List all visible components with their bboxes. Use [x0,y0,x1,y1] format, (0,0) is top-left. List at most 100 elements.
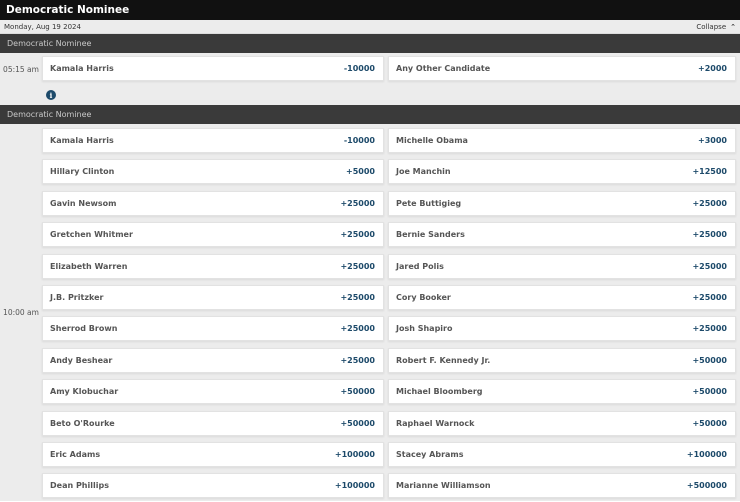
selection-button[interactable]: Hillary Clinton +5000 [42,159,384,185]
event-date: Monday, Aug 19 2024 [4,22,81,31]
selection-button[interactable]: Pete Buttigieg +25000 [388,190,736,216]
selection-cell: Dean Phillips +100000 [42,470,384,501]
selection-button[interactable]: Marianne Williamson +500000 [388,473,736,499]
selection-name: Jared Polis [396,261,444,271]
selection-name: Michelle Obama [396,136,468,145]
selection-cell: Robert F. Kennedy Jr. +50000 [388,345,736,376]
selection-button[interactable]: Any Other Candidate +2000 [388,56,736,81]
selection-button[interactable]: Cory Booker +25000 [388,284,736,310]
selection-name: J.B. Pritzker [50,292,104,302]
selection-grid: Kamala Harris -10000 Michelle Obama +3000 Hi… [42,124,740,502]
selection-button[interactable]: Bernie Sanders +25000 [388,222,736,248]
selection-cell: Michelle Obama +3000 [388,125,736,156]
selection-odds: +100000 [334,449,375,459]
selection-name: Stacey Abrams [396,449,464,459]
selection-button[interactable]: Raphael Warnock +50000 [388,410,736,436]
market-title: Democratic Nominee [7,39,92,48]
selection-button[interactable]: Josh Shapiro +25000 [388,316,736,342]
selection-button[interactable]: Beto O'Rourke +50000 [42,410,384,436]
date-bar: Monday, Aug 19 2024 Collapse ⌃ [0,20,740,34]
selection-cell: Hillary Clinton +5000 [42,156,384,187]
selection-name: Bernie Sanders [396,230,465,240]
selection-cell: Beto O'Rourke +50000 [42,408,384,439]
selection-cell: Kamala Harris -10000 [42,125,384,156]
selection-button[interactable]: Sherrod Brown +25000 [42,316,384,342]
selection-button[interactable]: Gavin Newsom +25000 [42,190,384,216]
selection-cell: Amy Klobuchar +50000 [42,376,384,407]
selection-name: Elizabeth Warren [50,261,128,271]
market-time: 10:00 am [3,308,39,317]
selection-odds: +25000 [340,324,375,334]
selection-odds: +25000 [340,261,375,271]
selection-button[interactable]: Stacey Abrams +100000 [388,441,736,467]
selection-odds: +25000 [340,230,375,240]
selection-odds: +2000 [698,64,727,73]
selection-button[interactable]: Michelle Obama +3000 [388,128,736,153]
page-title-text: Democratic Nominee [6,4,130,16]
selection-odds: +25000 [692,292,727,302]
selection-odds: +100000 [686,449,727,459]
selection-button[interactable]: Eric Adams +100000 [42,441,384,467]
selection-cell: Elizabeth Warren +25000 [42,251,384,282]
selection-name: Raphael Warnock [396,418,475,428]
selection-odds: +50000 [340,418,375,428]
selection-cell: Gretchen Whitmer +25000 [42,219,384,250]
collapse-button[interactable]: Collapse ⌃ [696,23,736,31]
selection-odds: +5000 [346,167,375,177]
selection-name: Cory Booker [396,292,451,302]
selection-cell: Michael Bloomberg +50000 [388,376,736,407]
selection-cell: J.B. Pritzker +25000 [42,282,384,313]
selection-name: Kamala Harris [50,64,114,73]
selection-button[interactable]: Gretchen Whitmer +25000 [42,222,384,248]
selection-name: Gretchen Whitmer [50,230,133,240]
selection-odds: +50000 [692,418,727,428]
info-row: i [0,85,740,105]
market-header: Democratic Nominee [0,34,740,53]
selection-button[interactable]: Dean Phillips +100000 [42,473,384,499]
selection-name: Josh Shapiro [396,324,453,334]
selection-cell: Pete Buttigieg +25000 [388,188,736,219]
selection-cell: Eric Adams +100000 [42,439,384,470]
collapse-label: Collapse [696,22,727,31]
selection-odds: +25000 [340,292,375,302]
selection-cell: Andy Beshear +25000 [42,345,384,376]
selection-button[interactable]: Robert F. Kennedy Jr. +50000 [388,347,736,373]
selection-odds: +100000 [334,481,375,491]
page-title: Democratic Nominee [0,0,740,20]
selection-odds: -10000 [343,136,375,145]
market-body: 10:00 am Kamala Harris -10000 Michelle Oba… [0,124,740,501]
selection-odds: +50000 [692,355,727,365]
selection-odds: +12500 [692,167,727,177]
selection-name: Any Other Candidate [396,64,491,73]
selection-cell: Joe Manchin +12500 [388,156,736,187]
selection-name: Andy Beshear [50,355,113,365]
selection-name: Marianne Williamson [396,481,491,491]
market-body: 05:15 am Kamala Harris -10000 Any Other Ca… [0,53,740,85]
selection-button[interactable]: Kamala Harris -10000 [42,128,384,153]
selection-button[interactable]: Kamala Harris -10000 [42,56,384,81]
selection-cell: Kamala Harris -10000 [42,56,384,85]
market-time: 05:15 am [3,64,39,74]
selection-button[interactable]: Amy Klobuchar +50000 [42,379,384,405]
selection-name: Michael Bloomberg [396,387,483,397]
selection-button[interactable]: Elizabeth Warren +25000 [42,253,384,279]
selection-name: Sherrod Brown [50,324,118,334]
selection-button[interactable]: J.B. Pritzker +25000 [42,284,384,310]
selection-name: Robert F. Kennedy Jr. [396,355,491,365]
info-icon[interactable]: i [46,90,56,100]
selection-odds: +50000 [692,387,727,397]
selection-cell: Sherrod Brown +25000 [42,313,384,344]
selection-odds: +25000 [692,230,727,240]
selection-cell: Bernie Sanders +25000 [388,219,736,250]
selection-odds: +25000 [692,261,727,271]
selection-name: Joe Manchin [396,167,451,177]
selection-odds: +25000 [692,324,727,334]
selection-button[interactable]: Jared Polis +25000 [388,253,736,279]
selection-button[interactable]: Joe Manchin +12500 [388,159,736,185]
selection-button[interactable]: Michael Bloomberg +50000 [388,379,736,405]
selection-name: Eric Adams [50,449,101,459]
selection-odds: +500000 [686,481,727,491]
selection-button[interactable]: Andy Beshear +25000 [42,347,384,373]
selection-name: Dean Phillips [50,481,109,491]
selection-cell: Jared Polis +25000 [388,251,736,282]
